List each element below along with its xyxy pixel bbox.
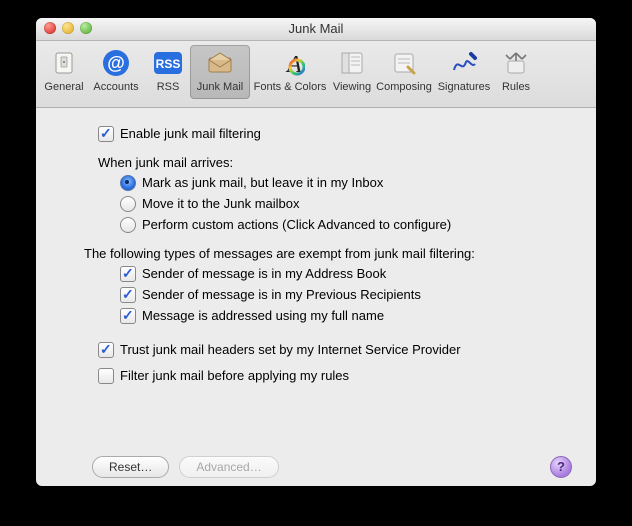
help-button[interactable]: ? (550, 456, 572, 478)
tab-composing[interactable]: Composing (374, 45, 434, 99)
checkbox-exempt-address-book[interactable] (120, 266, 136, 282)
rss-icon: RSS (152, 47, 184, 79)
tab-fonts-colors[interactable]: A Fonts & Colors (250, 45, 330, 99)
accounts-icon: @ (100, 47, 132, 79)
svg-text:RSS: RSS (156, 57, 181, 71)
tab-accounts[interactable]: @ Accounts (86, 45, 146, 99)
checkbox-enable-junk-filtering[interactable] (98, 126, 114, 142)
tab-label: Fonts & Colors (250, 81, 330, 93)
checkbox-trust-isp-headers[interactable] (98, 342, 114, 358)
tab-rules[interactable]: Rules (494, 45, 538, 99)
advanced-button: Advanced… (179, 456, 278, 478)
radio-label: Move it to the Junk mailbox (142, 195, 300, 213)
radio-custom-actions[interactable] (120, 217, 136, 233)
checkbox-exempt-full-name[interactable] (120, 308, 136, 324)
checkbox-label: Sender of message is in my Address Book (142, 265, 386, 283)
tab-label: Viewing (330, 81, 374, 93)
tab-label: Signatures (434, 81, 494, 93)
tab-label: Rules (494, 81, 538, 93)
label-enable-junk-filtering: Enable junk mail filtering (120, 125, 261, 143)
content-pane: Enable junk mail filtering When junk mai… (36, 108, 596, 486)
radio-move-junk-mailbox[interactable] (120, 196, 136, 212)
general-icon (48, 47, 80, 79)
heading-when-arrives: When junk mail arrives: (98, 155, 572, 170)
viewing-icon (336, 47, 368, 79)
rules-icon (500, 47, 532, 79)
window-controls (44, 22, 92, 34)
tab-label: Junk Mail (190, 81, 250, 93)
checkbox-label: Sender of message is in my Previous Reci… (142, 286, 421, 304)
titlebar: Junk Mail (36, 18, 596, 41)
fonts-colors-icon: A (274, 47, 306, 79)
checkbox-exempt-previous-recipients[interactable] (120, 287, 136, 303)
tab-label: RSS (146, 81, 190, 93)
svg-text:@: @ (107, 53, 125, 73)
tab-rss[interactable]: RSS RSS (146, 45, 190, 99)
composing-icon (388, 47, 420, 79)
radio-label: Mark as junk mail, but leave it in my In… (142, 174, 383, 192)
tab-general[interactable]: General (42, 45, 86, 99)
tab-junk-mail[interactable]: Junk Mail (190, 45, 250, 99)
label-filter-before-rules: Filter junk mail before applying my rule… (120, 367, 349, 385)
checkbox-label: Message is addressed using my full name (142, 307, 384, 325)
radio-label: Perform custom actions (Click Advanced t… (142, 216, 451, 234)
preferences-window: Junk Mail General @ Accounts (36, 18, 596, 486)
label-trust-isp-headers: Trust junk mail headers set by my Intern… (120, 341, 461, 359)
radio-mark-leave-inbox[interactable] (120, 175, 136, 191)
toolbar: General @ Accounts RSS RSS (36, 41, 596, 108)
footer: Reset… Advanced… ? (60, 456, 572, 478)
tab-label: Accounts (86, 81, 146, 93)
minimize-button[interactable] (62, 22, 74, 34)
close-button[interactable] (44, 22, 56, 34)
signatures-icon (448, 47, 480, 79)
checkbox-filter-before-rules[interactable] (98, 368, 114, 384)
reset-button[interactable]: Reset… (92, 456, 169, 478)
tab-label: Composing (374, 81, 434, 93)
tab-viewing[interactable]: Viewing (330, 45, 374, 99)
zoom-button[interactable] (80, 22, 92, 34)
window-title: Junk Mail (289, 21, 344, 36)
tab-signatures[interactable]: Signatures (434, 45, 494, 99)
tab-label: General (42, 81, 86, 93)
junk-mail-icon (204, 47, 236, 79)
heading-exempt: The following types of messages are exem… (84, 246, 572, 261)
